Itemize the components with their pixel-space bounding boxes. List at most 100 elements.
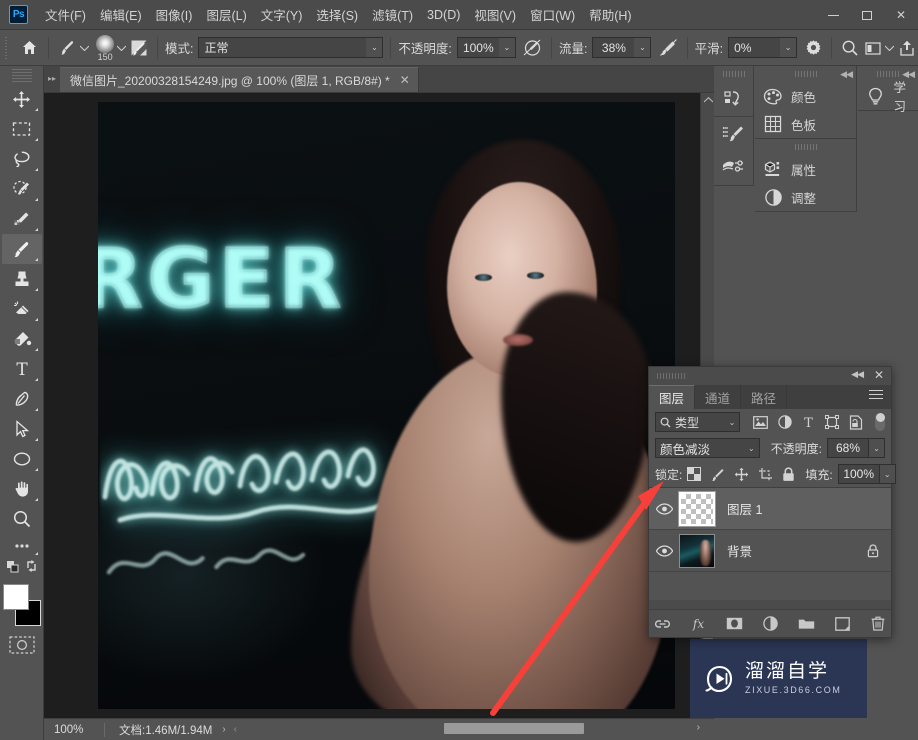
smoothing-combo[interactable]: 0% ⌄ [728, 37, 798, 58]
pen-tool[interactable] [2, 384, 42, 414]
menu-item-layer[interactable]: 图层(L) [199, 2, 253, 27]
eye-icon[interactable] [649, 544, 679, 557]
move-tool[interactable] [2, 84, 42, 114]
lock-all-icon[interactable] [782, 466, 795, 482]
layer-filter-select[interactable]: 类型 ⌄ [655, 412, 741, 432]
brush-presets-icon[interactable] [714, 151, 753, 185]
quick-mask-icon[interactable] [2, 632, 42, 658]
share-icon[interactable] [896, 35, 918, 61]
layer-row-2[interactable]: 背景 [649, 530, 891, 572]
dock-column-c-header[interactable]: ◀◀ [858, 66, 918, 82]
eye-icon[interactable] [649, 502, 679, 515]
opacity-value[interactable]: 100% [456, 37, 499, 58]
scroll-up-icon[interactable] [701, 93, 714, 107]
layer-row-1[interactable]: 图层 1 [649, 488, 891, 530]
chevron-down-icon[interactable]: ⌄ [748, 444, 755, 453]
lock-image-pixels-icon[interactable] [710, 467, 725, 482]
menu-item-window[interactable]: 窗口(W) [523, 2, 582, 27]
gear-icon[interactable] [802, 35, 824, 61]
menu-item-select[interactable]: 选择(S) [309, 2, 365, 27]
canvas-horizontal-scrollbar[interactable]: › [194, 718, 714, 740]
type-tool[interactable]: T [2, 354, 42, 384]
zoom-level[interactable]: 100% [44, 724, 104, 736]
gradient-tool[interactable] [2, 324, 42, 354]
brush-panel-icon[interactable] [128, 35, 150, 61]
fill-value[interactable]: 100% [837, 464, 880, 484]
pixel-filter-icon[interactable] [753, 415, 769, 429]
adjustment-filter-icon[interactable] [778, 415, 793, 429]
path-selection-tool[interactable] [2, 414, 42, 444]
smoothing-caret-icon[interactable]: ⌄ [780, 37, 798, 58]
eraser-tool[interactable] [2, 294, 42, 324]
minimize-button[interactable] [816, 0, 850, 30]
opacity-caret-icon[interactable]: ⌄ [498, 37, 516, 58]
link-layers-icon[interactable] [653, 615, 671, 633]
lock-icon[interactable] [867, 543, 879, 558]
layers-panel-grip[interactable] [657, 373, 687, 379]
color-swatches[interactable] [2, 580, 42, 626]
layer-opacity-caret-icon[interactable]: ⌄ [869, 438, 885, 458]
layer-name[interactable]: 图层 1 [727, 499, 762, 518]
tab-layers[interactable]: 图层 [649, 385, 696, 409]
dock-column-a-header[interactable] [714, 66, 753, 82]
home-icon[interactable] [19, 35, 41, 61]
airbrush-icon[interactable] [657, 35, 679, 61]
dock-item-properties[interactable]: 属性 [755, 155, 856, 183]
brush-settings-icon[interactable] [714, 117, 753, 151]
dock-item-adjustments[interactable]: 调整 [755, 183, 856, 211]
tab-strip-grip[interactable]: ▸▸ [44, 65, 60, 92]
hand-tool[interactable] [2, 474, 42, 504]
search-icon[interactable] [839, 35, 861, 61]
menu-item-3d[interactable]: 3D(D) [420, 5, 467, 25]
lock-position-icon[interactable] [734, 467, 749, 482]
layer-thumbnail[interactable] [679, 533, 715, 568]
shape-filter-icon[interactable] [825, 415, 840, 429]
history-icon[interactable] [714, 82, 753, 116]
dock-subgroup-header[interactable] [755, 139, 856, 155]
layers-panel-close-icon[interactable]: ✕ [874, 368, 884, 382]
brush-size-preview[interactable]: 150 [90, 33, 116, 63]
flow-caret-icon[interactable]: ⌄ [634, 37, 652, 58]
menu-item-type[interactable]: 文字(Y) [254, 2, 310, 27]
menu-item-file[interactable]: 文件(F) [38, 2, 93, 27]
shape-tool[interactable] [2, 444, 42, 474]
add-layer-mask-icon[interactable] [725, 615, 743, 633]
workspace-icon[interactable] [861, 35, 883, 61]
document-image[interactable]: RGER [98, 102, 675, 709]
brush-tool[interactable] [1, 234, 42, 264]
chevron-down-icon[interactable]: ⌄ [729, 418, 736, 427]
layers-panel-collapse-icon[interactable]: ◀◀ [851, 369, 864, 380]
layers-panel-titlebar[interactable]: ◀◀ ✕ [649, 367, 891, 385]
menu-item-filter[interactable]: 滤镜(T) [365, 2, 420, 27]
lasso-tool[interactable] [2, 144, 42, 174]
layer-thumbnail[interactable] [678, 490, 716, 527]
blend-mode-select[interactable]: 颜色减淡 ⌄ [655, 438, 760, 458]
lock-transparent-pixels-icon[interactable] [687, 467, 702, 481]
quick-selection-tool[interactable] [2, 174, 42, 204]
menu-item-view[interactable]: 视图(V) [467, 2, 523, 27]
fill-caret-icon[interactable]: ⌄ [879, 464, 896, 484]
dock-item-swatches[interactable]: 色板 [755, 110, 856, 138]
new-group-icon[interactable] [797, 615, 815, 633]
menu-item-help[interactable]: 帮助(H) [582, 2, 638, 27]
dock-collapse-icon-b[interactable]: ◀◀ [840, 69, 853, 80]
flow-combo[interactable]: 38% ⌄ [592, 37, 652, 58]
zoom-tool[interactable] [2, 504, 42, 534]
menu-item-image[interactable]: 图像(I) [149, 2, 200, 27]
close-document-icon[interactable]: ✕ [400, 73, 410, 87]
pressure-opacity-icon[interactable] [522, 35, 544, 61]
delete-layer-icon[interactable] [869, 615, 887, 633]
layer-style-fx-icon[interactable]: fx [689, 615, 707, 633]
brush-preset-caret[interactable] [78, 35, 90, 61]
menu-item-edit[interactable]: 编辑(E) [93, 2, 149, 27]
workspace-caret-icon[interactable] [884, 35, 896, 61]
dock-column-b-header[interactable]: ◀◀ [755, 66, 856, 82]
scroll-right-icon[interactable]: › [697, 722, 700, 733]
close-button[interactable]: ✕ [884, 0, 918, 30]
document-tab[interactable]: 微信图片_20200328154249.jpg @ 100% (图层 1, RG… [60, 67, 419, 92]
tab-paths[interactable]: 路径 [741, 385, 788, 409]
layer-name[interactable]: 背景 [727, 541, 752, 560]
dock-collapse-icon-c[interactable]: ◀◀ [902, 69, 915, 80]
rectangular-marquee-tool[interactable] [2, 114, 42, 144]
canvas-horizontal-scroll-thumb[interactable] [444, 723, 584, 734]
